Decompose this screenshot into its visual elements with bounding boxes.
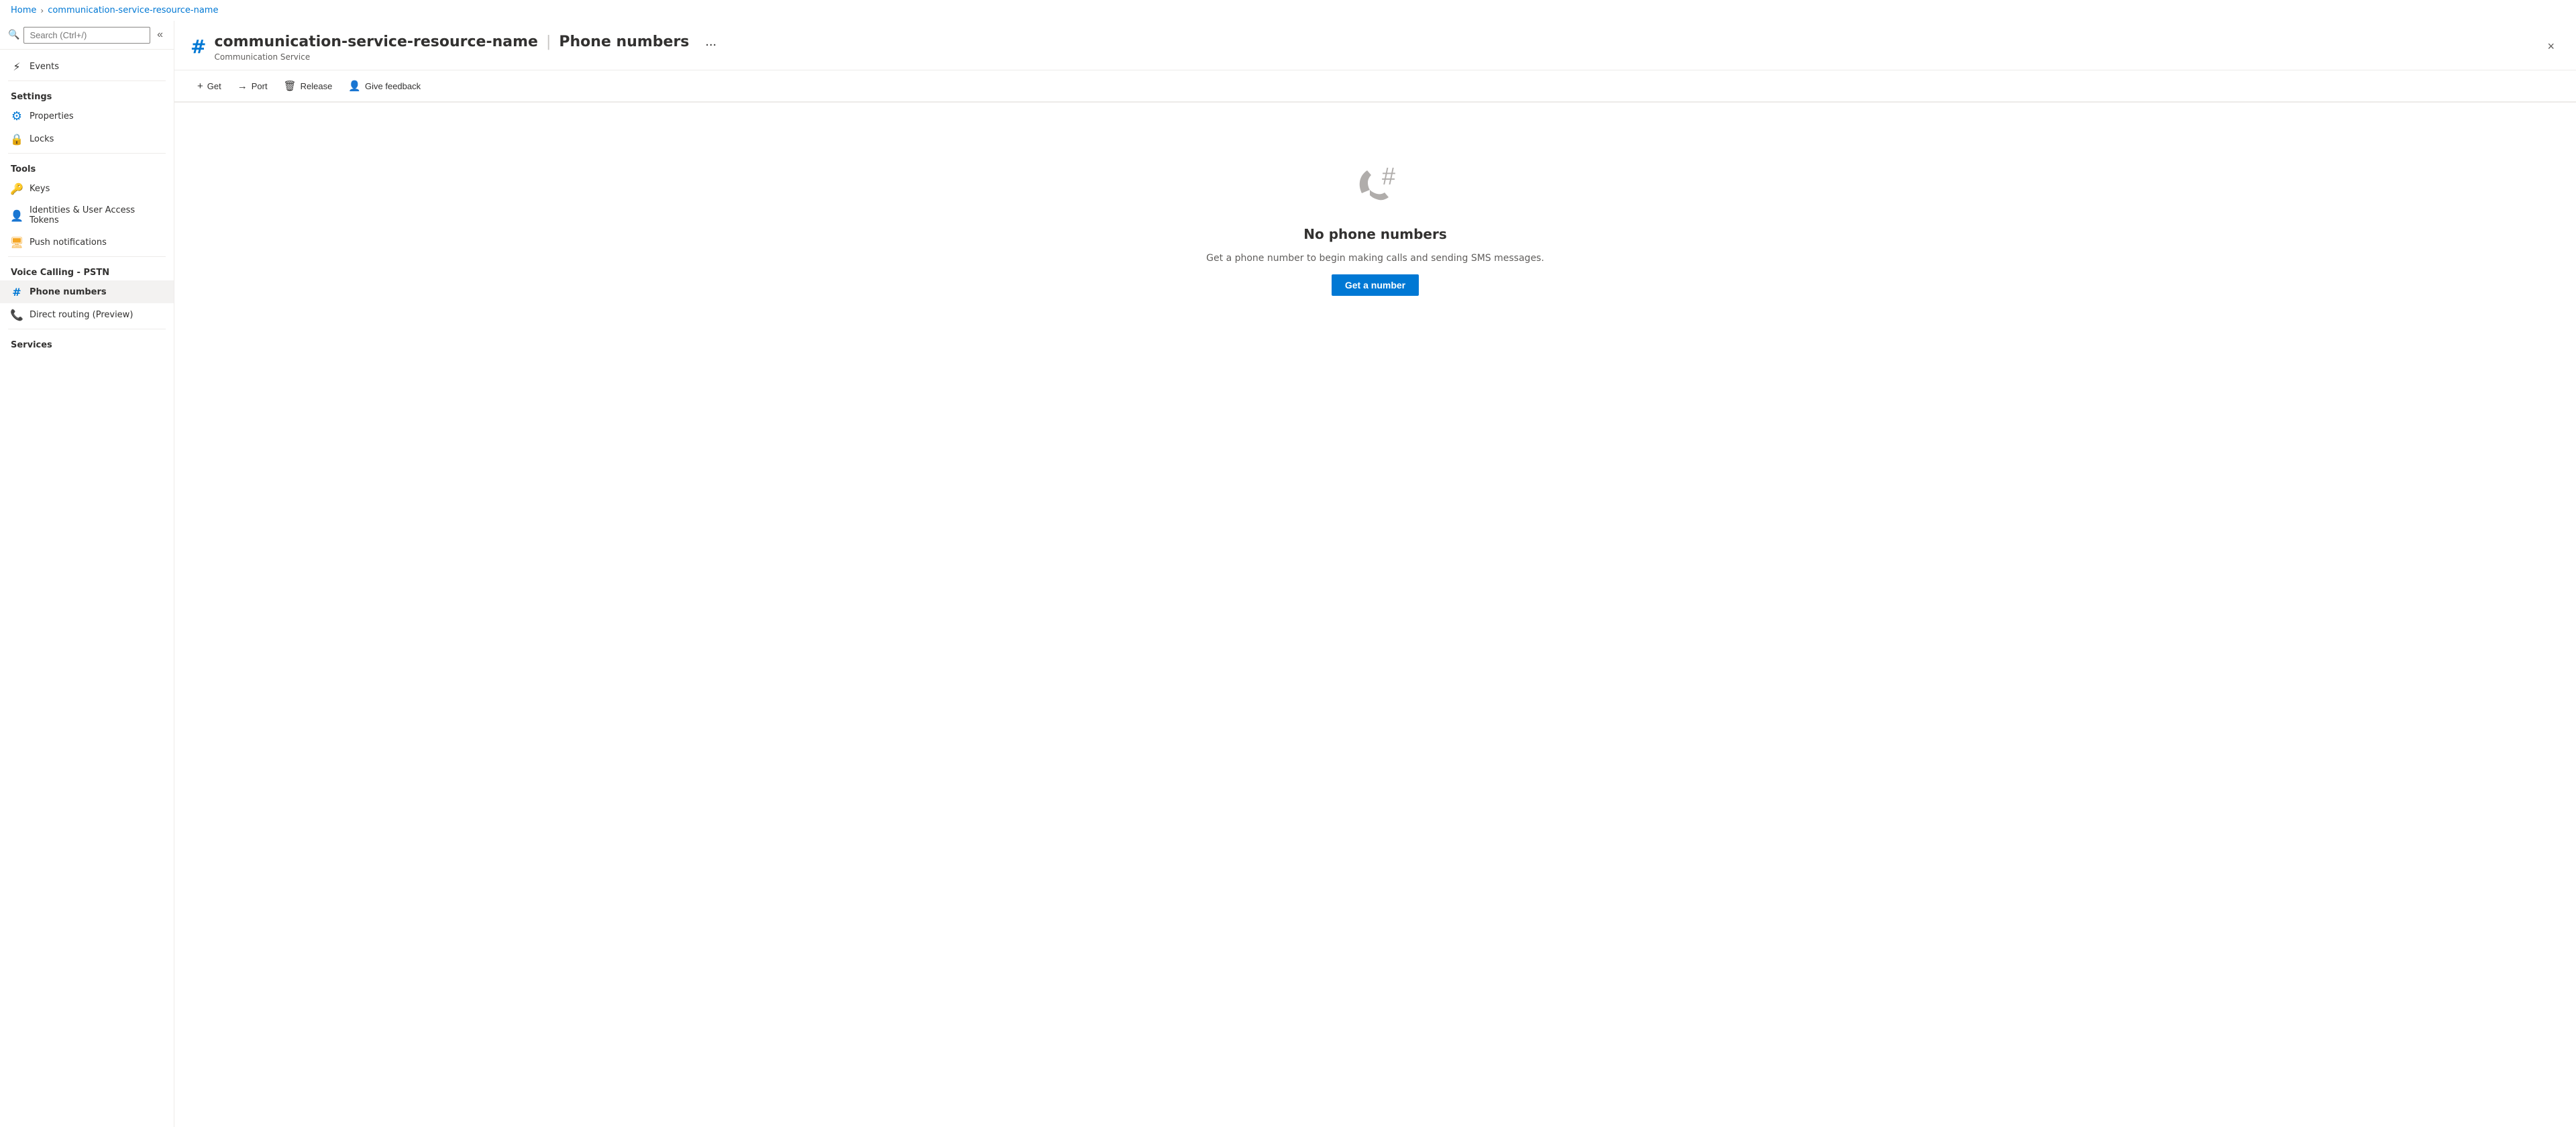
content-area: # No phone numbers Get a phone number to… — [174, 103, 2576, 1127]
page-header: # communication-service-resource-name | … — [174, 21, 2576, 70]
phone-hash-svg: # — [1348, 156, 1409, 217]
sidebar-item-phone-numbers[interactable]: # Phone numbers — [0, 280, 174, 303]
toolbar: + Get → Port 🗑 Release 👤 Give feedback — [174, 70, 2576, 102]
feedback-button[interactable]: 👤 Give feedback — [341, 76, 427, 96]
locks-icon: 🔒 — [11, 133, 23, 145]
release-icon: 🗑 — [284, 80, 297, 92]
breadcrumb-resource[interactable]: communication-service-resource-name — [48, 5, 218, 15]
sidebar-section-services: Services — [0, 332, 174, 353]
sidebar-section-tools: Tools — [0, 156, 174, 177]
sidebar-item-label-direct-routing: Direct routing (Preview) — [30, 310, 133, 320]
main-layout: 🔍 « ⚡ Events Settings ⚙ Properties — [0, 21, 2576, 1127]
port-button[interactable]: → Port — [231, 76, 274, 96]
push-icon: 🖥 — [11, 236, 23, 248]
properties-icon: ⚙ — [11, 110, 23, 122]
app-container: Home › communication-service-resource-na… — [0, 0, 2576, 1127]
sidebar-search-container: 🔍 « — [0, 21, 174, 50]
get-label: Get — [207, 81, 221, 91]
get-button[interactable]: + Get — [191, 76, 228, 96]
sidebar-divider-settings — [8, 80, 166, 81]
empty-state: # No phone numbers Get a phone number to… — [174, 103, 2576, 350]
page-header-section: # communication-service-resource-name | … — [174, 21, 2576, 103]
sidebar-item-label-properties: Properties — [30, 111, 74, 121]
sidebar-item-locks[interactable]: 🔒 Locks — [0, 127, 174, 150]
page-subtitle: Phone numbers — [559, 34, 689, 50]
release-button[interactable]: 🗑 Release — [277, 76, 339, 96]
page-header-sep: | — [546, 34, 551, 50]
sidebar-divider-tools — [8, 153, 166, 154]
get-icon: + — [197, 80, 203, 92]
sidebar-section-voice: Voice Calling - PSTN — [0, 260, 174, 280]
keys-icon: 🔑 — [11, 182, 23, 195]
phone-hash-icon: # — [1348, 156, 1402, 210]
identities-icon: 👤 — [11, 209, 23, 221]
search-icon: 🔍 — [8, 30, 19, 40]
empty-title: No phone numbers — [1303, 226, 1446, 242]
port-icon: → — [237, 80, 248, 92]
direct-routing-icon: 📞 — [11, 309, 23, 321]
sidebar-item-label-push: Push notifications — [30, 237, 107, 248]
breadcrumb-sep1: › — [40, 6, 44, 15]
search-input[interactable] — [23, 27, 150, 44]
sidebar-item-events[interactable]: ⚡ Events — [0, 55, 174, 78]
sidebar-item-label-keys: Keys — [30, 184, 50, 194]
empty-icon-container: # — [1348, 156, 1402, 210]
get-number-button[interactable]: Get a number — [1332, 274, 1419, 296]
feedback-label: Give feedback — [365, 81, 421, 91]
release-label: Release — [301, 81, 333, 91]
sidebar-item-push[interactable]: 🖥 Push notifications — [0, 231, 174, 254]
sidebar-divider-voice — [8, 256, 166, 257]
sidebar-item-properties[interactable]: ⚙ Properties — [0, 105, 174, 127]
page-meta: Communication Service — [214, 52, 722, 62]
sidebar-section-settings: Settings — [0, 84, 174, 105]
breadcrumb: Home › communication-service-resource-na… — [0, 0, 2576, 21]
empty-description: Get a phone number to begin making calls… — [1206, 253, 1544, 264]
page-icon: # — [191, 38, 206, 56]
sidebar-item-keys[interactable]: 🔑 Keys — [0, 177, 174, 200]
page-resource-title: communication-service-resource-name — [214, 34, 538, 50]
sidebar-item-direct-routing[interactable]: 📞 Direct routing (Preview) — [0, 303, 174, 326]
events-icon: ⚡ — [11, 60, 23, 72]
right-panel: # communication-service-resource-name | … — [174, 21, 2576, 1127]
sidebar-item-label-locks: Locks — [30, 134, 54, 144]
breadcrumb-home[interactable]: Home — [11, 5, 36, 15]
sidebar-item-label-events: Events — [30, 62, 59, 72]
sidebar-item-label-phone-numbers: Phone numbers — [30, 287, 107, 297]
phone-numbers-icon: # — [11, 286, 23, 298]
sidebar-item-identities[interactable]: 👤 Identities & User Access Tokens — [0, 200, 174, 231]
feedback-icon: 👤 — [348, 80, 361, 92]
svg-text:#: # — [1382, 162, 1395, 190]
sidebar-nav: ⚡ Events Settings ⚙ Properties 🔒 Locks T… — [0, 50, 174, 1127]
sidebar-item-label-identities: Identities & User Access Tokens — [30, 205, 163, 225]
close-button[interactable]: × — [2542, 37, 2560, 56]
header-more-button[interactable]: ... — [700, 32, 722, 52]
sidebar: 🔍 « ⚡ Events Settings ⚙ Properties — [0, 21, 174, 1127]
port-label: Port — [252, 81, 268, 91]
collapse-button[interactable]: « — [154, 26, 166, 44]
page-title-group: communication-service-resource-name | Ph… — [214, 32, 722, 62]
